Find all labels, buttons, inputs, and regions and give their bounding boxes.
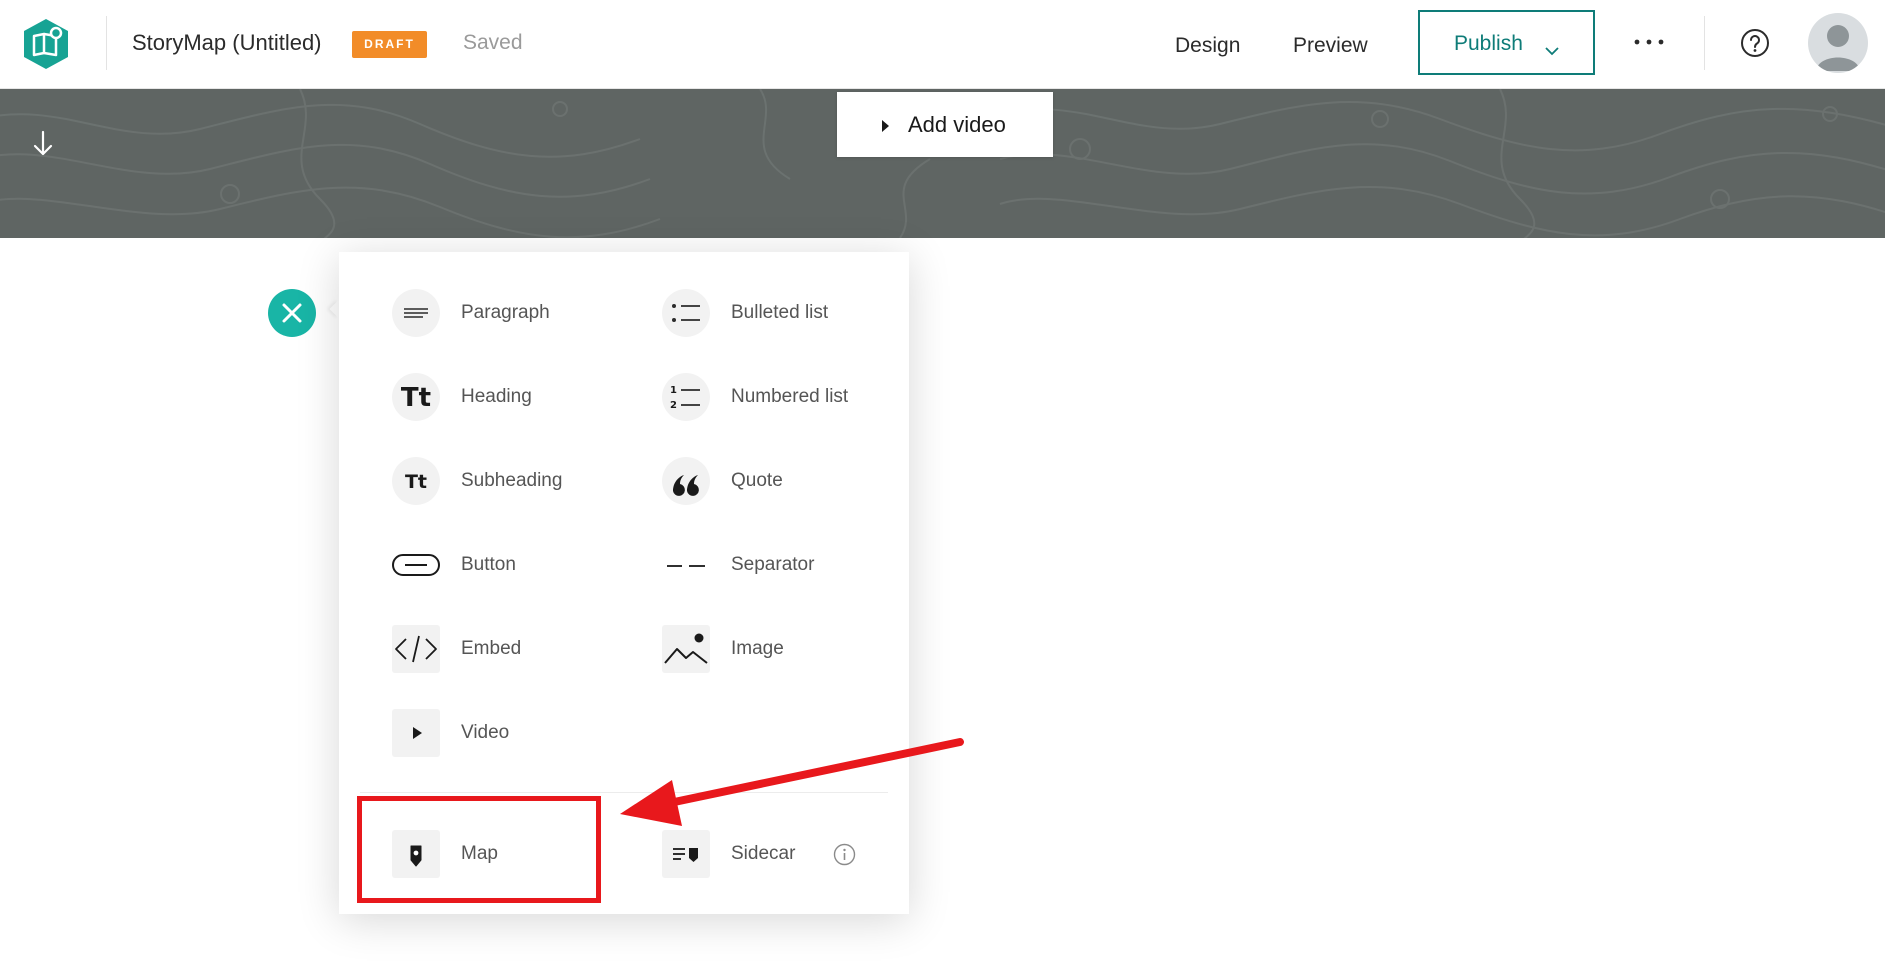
help-icon[interactable] (1740, 28, 1770, 58)
add-video-label: Add video (908, 112, 1006, 137)
header-divider (106, 16, 107, 70)
image-icon (662, 625, 710, 673)
heading-icon: Tt (392, 373, 440, 421)
separator-icon (662, 541, 710, 589)
header-divider (1704, 16, 1705, 70)
publish-label: Publish (1454, 32, 1523, 55)
close-icon (282, 303, 302, 323)
svg-text:Tt: Tt (405, 471, 427, 493)
quote-icon (662, 457, 710, 505)
highlight-box (357, 796, 601, 903)
block-label: Bulleted list (731, 302, 829, 323)
svg-text:2: 2 (670, 400, 677, 411)
block-label: Separator (731, 554, 815, 575)
bulleted-list-icon (662, 289, 710, 337)
svg-text:Tt: Tt (401, 383, 431, 413)
user-avatar[interactable] (1808, 13, 1868, 73)
block-label: Video (461, 722, 510, 743)
paragraph-icon (392, 289, 440, 337)
chevron-down-icon (1545, 38, 1559, 62)
embed-icon (392, 625, 440, 673)
block-label: Image (731, 638, 784, 659)
close-block-menu-button[interactable] (268, 289, 316, 337)
app-header: StoryMap (Untitled) DRAFT Saved Design P… (0, 0, 1885, 89)
arrow-down-icon[interactable] (32, 130, 54, 158)
block-label: Embed (461, 638, 522, 659)
block-label: Heading (461, 386, 532, 407)
block-label: Paragraph (461, 302, 550, 323)
block-label: Subheading (461, 470, 563, 491)
numbered-list-icon: 12 (662, 373, 710, 421)
info-icon[interactable] (833, 843, 856, 866)
subheading-icon: Tt (392, 457, 440, 505)
block-label: Sidecar (731, 843, 796, 864)
add-video-button[interactable]: Add video (837, 92, 1053, 157)
save-status: Saved (463, 31, 523, 54)
annotation-arrow-icon (620, 738, 964, 826)
draft-badge: DRAFT (352, 31, 427, 58)
story-title[interactable]: StoryMap (Untitled) (132, 30, 322, 56)
design-button[interactable]: Design (1175, 34, 1240, 58)
storymaps-logo-icon[interactable] (22, 18, 70, 70)
button-icon (392, 541, 440, 589)
preview-button[interactable]: Preview (1293, 34, 1368, 58)
block-label: Button (461, 554, 516, 575)
play-icon (882, 120, 889, 132)
block-label: Numbered list (731, 386, 849, 407)
more-options-icon[interactable] (1632, 32, 1666, 52)
publish-button[interactable]: Publish (1418, 10, 1595, 75)
svg-text:1: 1 (670, 385, 677, 396)
block-label: Quote (731, 470, 783, 491)
video-icon (392, 709, 440, 757)
